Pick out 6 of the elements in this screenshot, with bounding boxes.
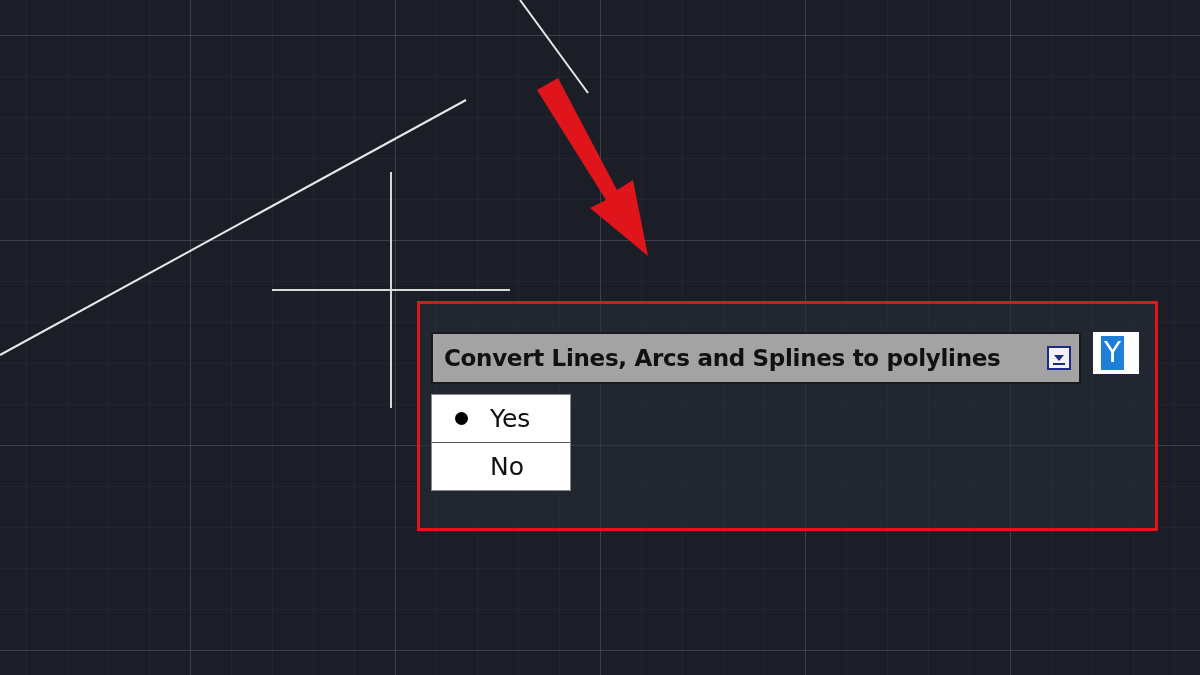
option-item[interactable]: No [432,442,570,490]
bullet-icon [454,412,468,425]
option-item[interactable]: Yes [432,395,570,442]
prompt-text: Convert Lines, Arcs and Splines to polylines [444,345,1001,371]
input-field[interactable]: Y [1093,332,1139,374]
input-value: Y [1101,336,1125,370]
